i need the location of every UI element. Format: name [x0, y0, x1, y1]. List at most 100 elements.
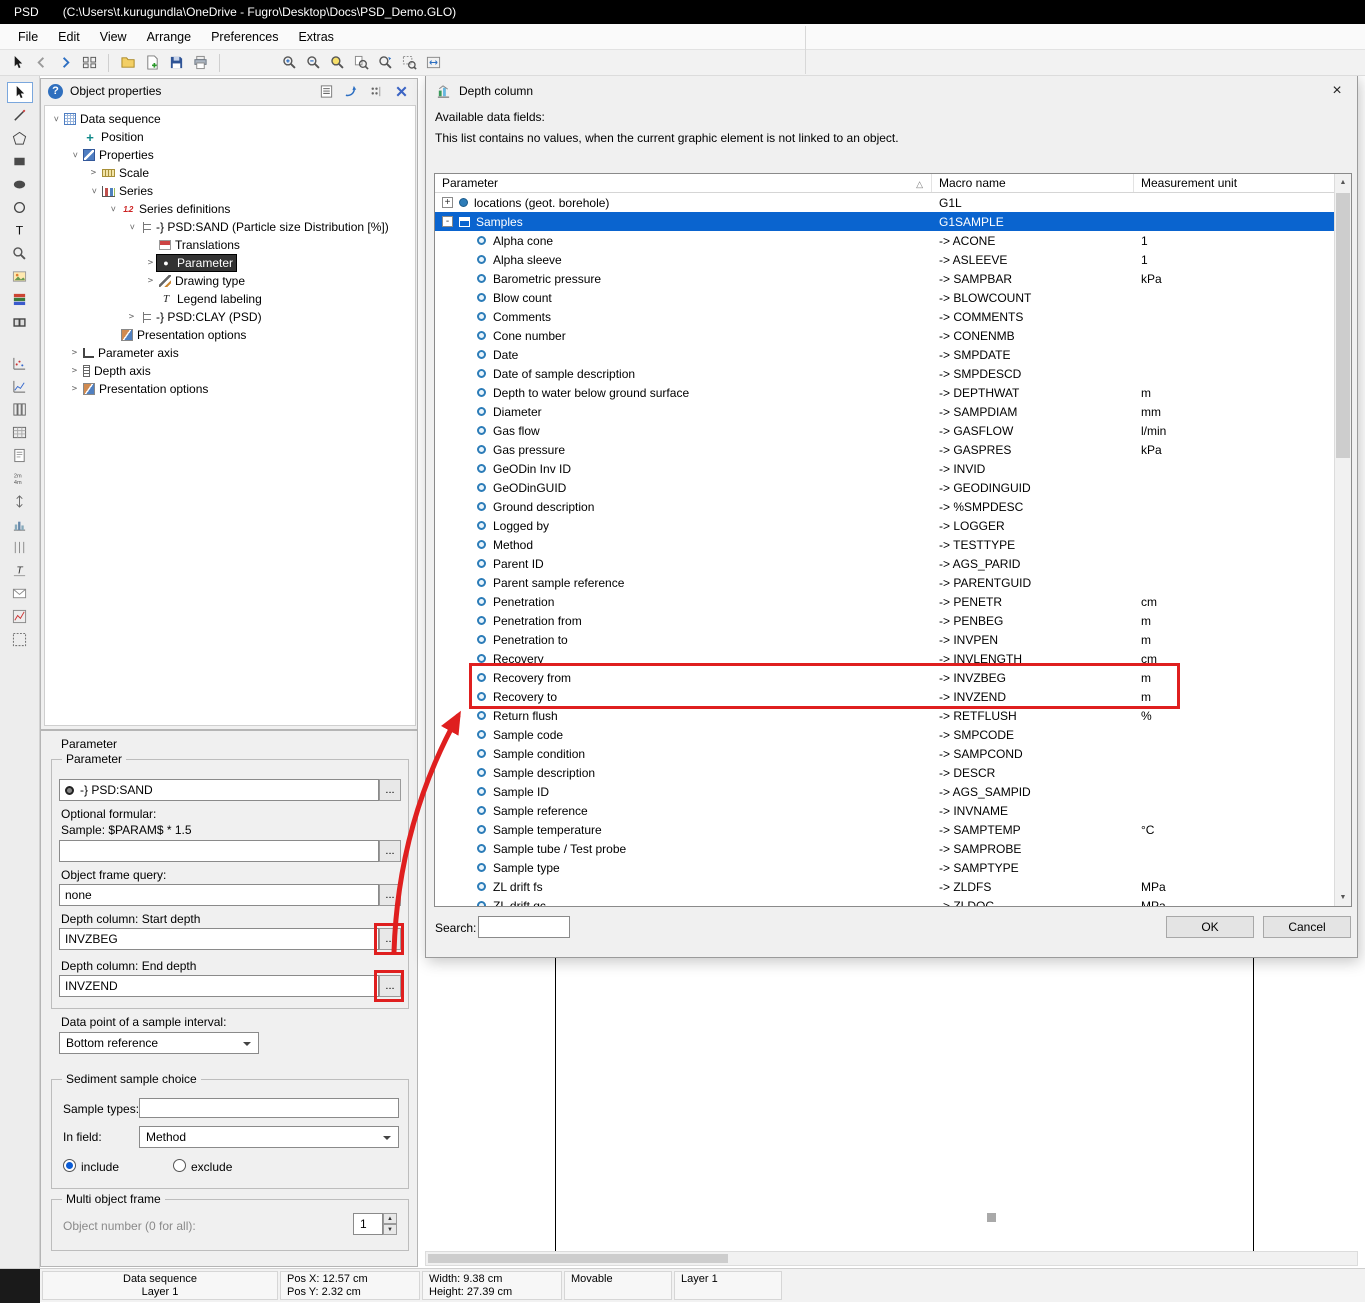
tree-item-parameter[interactable]: >●Parameter [45, 254, 415, 272]
field-row[interactable]: ZL drift qc-> ZLDQCMPa [435, 896, 1334, 906]
field-row[interactable]: Penetration-> PENETRcm [435, 592, 1334, 611]
start-depth-field[interactable]: INVZBEG [59, 928, 379, 950]
object-number-spinner[interactable] [383, 1213, 397, 1235]
field-row[interactable]: Logged by-> LOGGER [435, 516, 1334, 535]
formula-field[interactable] [59, 840, 379, 862]
field-row[interactable]: Method-> TESTTYPE [435, 535, 1334, 554]
zoom-out-icon[interactable] [302, 52, 324, 74]
tool-media-icon[interactable] [7, 312, 33, 333]
chevron-right-icon[interactable]: > [68, 366, 81, 376]
field-row[interactable]: Depth to water below ground surface-> DE… [435, 383, 1334, 402]
tool-palette-icon[interactable] [7, 289, 33, 310]
field-row[interactable]: GeODinGUID-> GEODINGUID [435, 478, 1334, 497]
scroll-down-icon[interactable] [1335, 889, 1351, 906]
field-row[interactable]: Penetration from-> PENBEGm [435, 611, 1334, 630]
field-row[interactable]: Barometric pressure-> SAMPBARkPa [435, 269, 1334, 288]
tree-item-data-sequence[interactable]: >Data sequence [45, 110, 415, 128]
field-row[interactable]: Date of sample description-> SMPDESCD [435, 364, 1334, 383]
scroll-up-icon[interactable] [1335, 174, 1351, 191]
cancel-button[interactable]: Cancel [1263, 916, 1351, 938]
field-row[interactable]: Parent sample reference-> PARENTGUID [435, 573, 1334, 592]
tree-item-position[interactable]: +Position [45, 128, 415, 146]
field-row[interactable]: Date-> SMPDATE [435, 345, 1334, 364]
tool-offset-icon[interactable] [7, 491, 33, 512]
field-row[interactable]: Sample reference-> INVNAME [435, 801, 1334, 820]
field-row[interactable]: Gas pressure-> GASPRESkPa [435, 440, 1334, 459]
window-layout-icon[interactable] [78, 52, 100, 74]
object-number-input[interactable]: 1 [353, 1213, 383, 1235]
table-vertical-scrollbar[interactable] [1334, 174, 1351, 906]
formula-browse-button[interactable]: ... [379, 840, 401, 862]
pair-icon[interactable] [367, 82, 385, 100]
parameter-value-field[interactable]: -} PSD:SAND [59, 779, 379, 801]
assign-icon[interactable] [342, 82, 360, 100]
zoom-color-icon[interactable] [326, 52, 348, 74]
zoom-page-icon[interactable] [350, 52, 372, 74]
field-row[interactable]: Blow count-> BLOWCOUNT [435, 288, 1334, 307]
tree-item-properties[interactable]: >Properties [45, 146, 415, 164]
chevron-down-icon[interactable]: > [70, 149, 80, 162]
field-row[interactable]: +locations (geot. borehole)G1L [435, 193, 1334, 212]
end-depth-field[interactable]: INVZEND [59, 975, 379, 997]
tool-columns-icon[interactable] [7, 399, 33, 420]
tree-item-series-definitions[interactable]: >1.2Series definitions [45, 200, 415, 218]
ok-button[interactable]: OK [1166, 916, 1254, 938]
tree-item-depth-axis[interactable]: >Depth axis [45, 362, 415, 380]
object-frame-query-field[interactable]: none [59, 884, 379, 906]
parameter-browse-button[interactable]: ... [379, 779, 401, 801]
field-row[interactable]: Recovery to-> INVZENDm [435, 687, 1334, 706]
tree-item-presentation-options-series[interactable]: Presentation options [45, 326, 415, 344]
expand-icon[interactable]: + [442, 197, 453, 208]
chevron-down-icon[interactable]: > [108, 203, 118, 216]
object-frame-query-browse-button[interactable]: ... [379, 884, 401, 906]
chevron-right-icon[interactable]: > [125, 312, 138, 322]
tool-rectangle-icon[interactable] [7, 151, 33, 172]
spin-down-icon[interactable] [383, 1224, 397, 1235]
tool-scatter-icon[interactable] [7, 353, 33, 374]
column-parameter[interactable]: Parameter [435, 174, 932, 192]
tool-magnifier-icon[interactable] [7, 243, 33, 264]
new-icon[interactable] [141, 52, 163, 74]
field-row[interactable]: Sample condition-> SAMPCOND [435, 744, 1334, 763]
menu-item-arrange[interactable]: Arrange [137, 24, 201, 49]
scrollbar-thumb[interactable] [1336, 193, 1350, 458]
field-row[interactable]: Sample description-> DESCR [435, 763, 1334, 782]
tree-item-scale[interactable]: >Scale [45, 164, 415, 182]
collapse-icon[interactable]: - [442, 216, 453, 227]
nav-forward-icon[interactable] [54, 52, 76, 74]
remove-icon[interactable] [392, 82, 410, 100]
tool-frame-icon[interactable] [7, 629, 33, 650]
field-row[interactable]: Return flush-> RETFLUSH% [435, 706, 1334, 725]
list-view-icon[interactable] [317, 82, 335, 100]
field-row[interactable]: Cone number-> CONENMB [435, 326, 1334, 345]
tool-chart-icon[interactable] [7, 606, 33, 627]
tree-item-presentation-options[interactable]: >Presentation options [45, 380, 415, 398]
selection-handle[interactable] [987, 1213, 996, 1222]
field-row[interactable]: Sample code-> SMPCODE [435, 725, 1334, 744]
tool-barrier-icon[interactable] [7, 537, 33, 558]
chevron-right-icon[interactable]: > [68, 348, 81, 358]
chevron-down-icon[interactable]: > [51, 113, 61, 126]
tree-item-parameter-axis[interactable]: >Parameter axis [45, 344, 415, 362]
save-icon[interactable] [165, 52, 187, 74]
menu-item-preferences[interactable]: Preferences [201, 24, 288, 49]
tool-image-icon[interactable] [7, 266, 33, 287]
search-input[interactable] [478, 916, 570, 938]
field-row[interactable]: Comments-> COMMENTS [435, 307, 1334, 326]
zoom-fit-icon[interactable] [422, 52, 444, 74]
tool-profile-icon[interactable] [7, 376, 33, 397]
tool-draw-icon[interactable] [7, 105, 33, 126]
zoom-region-icon[interactable] [398, 52, 420, 74]
data-point-select[interactable]: Bottom reference [59, 1032, 259, 1054]
tool-polygon-icon[interactable] [7, 128, 33, 149]
help-icon[interactable] [48, 84, 63, 99]
tool-circle-icon[interactable] [7, 197, 33, 218]
field-row[interactable]: -SamplesG1SAMPLE [435, 212, 1334, 231]
tool-mail-icon[interactable] [7, 583, 33, 604]
tool-text-icon[interactable]: T [7, 220, 33, 241]
tool-report-icon[interactable] [7, 445, 33, 466]
field-row[interactable]: Parent ID-> AGS_PARID [435, 554, 1334, 573]
tool-depth-scale-icon[interactable]: 2m4m [7, 468, 33, 489]
field-row[interactable]: Recovery from-> INVZBEGm [435, 668, 1334, 687]
tool-histogram-icon[interactable] [7, 514, 33, 535]
